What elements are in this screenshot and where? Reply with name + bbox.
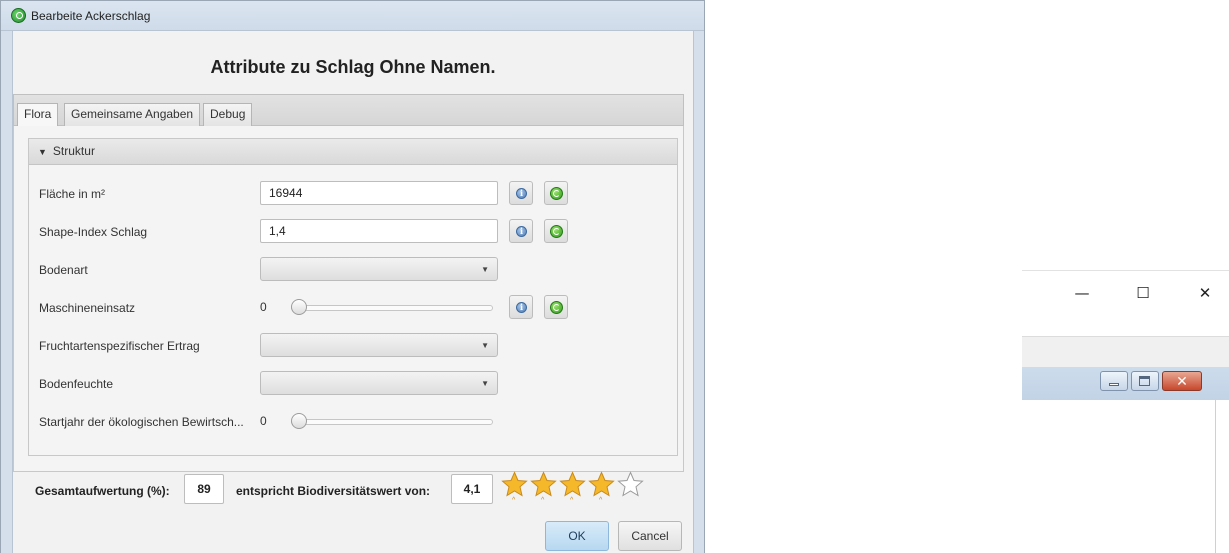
tab-gemeinsame-angaben[interactable]: Gemeinsame Angaben bbox=[64, 103, 201, 126]
maschineneinsatz-slider-track[interactable] bbox=[291, 305, 493, 311]
pane-title: Struktur bbox=[52, 144, 95, 158]
maschineneinsatz-value: 0 bbox=[260, 300, 267, 314]
refresh-icon bbox=[550, 301, 563, 314]
window-left-border bbox=[1, 31, 13, 553]
flaeche-label: Fläche in m² bbox=[39, 187, 106, 201]
tab-flora[interactable]: Flora bbox=[17, 103, 59, 127]
tab-bar: Flora Gemeinsame Angaben Debug bbox=[13, 94, 684, 127]
gesamtaufwertung-label: Gesamtaufwertung (%): bbox=[35, 484, 170, 498]
gesamtaufwertung-value: 89 bbox=[184, 474, 224, 504]
close-icon: ✕ bbox=[1176, 373, 1188, 389]
shape-index-input[interactable]: 1,4 bbox=[260, 219, 498, 243]
chevron-down-icon: ▼ bbox=[481, 265, 489, 274]
row-startjahr: Startjahr der ökologischen Bewirtsch... … bbox=[29, 409, 669, 435]
rating-stars: ^ ^ ^ ^ bbox=[501, 471, 645, 505]
minimize-glyph-icon bbox=[1109, 383, 1119, 386]
startjahr-slider-track[interactable] bbox=[291, 419, 493, 425]
refresh-icon bbox=[550, 187, 563, 200]
chevron-down-icon: ▼ bbox=[481, 341, 489, 350]
shape-index-refresh-button[interactable] bbox=[544, 219, 568, 243]
row-ertrag: Fruchtartenspezifischer Ertrag ▼ bbox=[29, 333, 669, 359]
bodenart-label: Bodenart bbox=[39, 263, 88, 277]
maschineneinsatz-info-button[interactable]: i bbox=[509, 295, 533, 319]
maschineneinsatz-refresh-button[interactable] bbox=[544, 295, 568, 319]
maximize-icon[interactable]: ☐ bbox=[1123, 281, 1163, 305]
tab-debug[interactable]: Debug bbox=[203, 103, 253, 126]
startjahr-value: 0 bbox=[260, 414, 267, 428]
cancel-button[interactable]: Cancel bbox=[618, 521, 682, 551]
close-icon[interactable]: ✕ bbox=[1185, 281, 1225, 305]
chevron-down-icon: ▼ bbox=[481, 379, 489, 388]
maschineneinsatz-slider-thumb[interactable] bbox=[291, 299, 307, 315]
info-icon: i bbox=[516, 302, 527, 313]
ok-button[interactable]: OK bbox=[545, 521, 609, 551]
page-title: Attribute zu Schlag Ohne Namen. bbox=[210, 57, 496, 77]
background-window-classic-titlebar: ✕ bbox=[1022, 367, 1229, 400]
flaeche-input[interactable]: 16944 bbox=[260, 181, 498, 205]
window-title: Bearbeite Ackerschlag bbox=[31, 8, 151, 23]
refresh-icon bbox=[550, 225, 563, 238]
bodenfeuchte-select[interactable]: ▼ bbox=[260, 371, 498, 395]
row-maschineneinsatz: Maschineneinsatz 0 i bbox=[29, 295, 669, 321]
row-shape-index: Shape-Index Schlag 1,4 i bbox=[29, 219, 669, 245]
summary-bar: Gesamtaufwertung (%): 89 entspricht Biod… bbox=[13, 471, 687, 511]
background-window-toolbar bbox=[1022, 336, 1229, 367]
flaeche-refresh-button[interactable] bbox=[544, 181, 568, 205]
info-icon: i bbox=[516, 226, 527, 237]
bodenart-select[interactable]: ▼ bbox=[260, 257, 498, 281]
classic-minimize-button[interactable] bbox=[1100, 371, 1128, 391]
startjahr-label: Startjahr der ökologischen Bewirtsch... bbox=[39, 415, 244, 429]
expand-triangle-icon: ▼ bbox=[38, 147, 47, 157]
background-window-content-edge bbox=[1215, 400, 1229, 553]
classic-maximize-button[interactable] bbox=[1131, 371, 1159, 391]
edit-field-dialog: Bearbeite Ackerschlag Attribute zu Schla… bbox=[0, 0, 705, 553]
minimize-icon[interactable]: — bbox=[1062, 281, 1102, 305]
tab-panel-flora: ▼ Struktur Fläche in m² 16944 i Shape-Ind… bbox=[13, 126, 684, 472]
row-bodenfeuchte: Bodenfeuchte ▼ bbox=[29, 371, 669, 397]
row-flaeche: Fläche in m² 16944 i bbox=[29, 181, 669, 207]
shape-index-label: Shape-Index Schlag bbox=[39, 225, 148, 239]
flaeche-info-button[interactable]: i bbox=[509, 181, 533, 205]
startjahr-slider-thumb[interactable] bbox=[291, 413, 307, 429]
star-filled-icon: ^ bbox=[559, 471, 587, 505]
window-right-border bbox=[693, 31, 704, 553]
classic-close-button[interactable]: ✕ bbox=[1162, 371, 1202, 391]
background-window-caption: — ☐ ✕ bbox=[1022, 271, 1229, 336]
biodiversitaetswert-label: entspricht Biodiversitätswert von: bbox=[236, 484, 431, 498]
maschineneinsatz-label: Maschineneinsatz bbox=[39, 301, 136, 315]
star-filled-icon: ^ bbox=[530, 471, 558, 505]
bodenfeuchte-label: Bodenfeuchte bbox=[39, 377, 114, 391]
ertrag-label: Fruchtartenspezifischer Ertrag bbox=[39, 339, 200, 353]
shape-index-info-button[interactable]: i bbox=[509, 219, 533, 243]
maximize-glyph-icon bbox=[1139, 376, 1150, 386]
ertrag-select[interactable]: ▼ bbox=[260, 333, 498, 357]
biodiversitaetswert-value: 4,1 bbox=[451, 474, 493, 504]
star-empty-icon bbox=[617, 471, 645, 505]
dialog-titlebar[interactable]: Bearbeite Ackerschlag bbox=[1, 1, 704, 31]
info-icon: i bbox=[516, 188, 527, 199]
struktur-pane-header[interactable]: ▼ Struktur bbox=[29, 139, 677, 165]
app-logo-icon bbox=[11, 8, 26, 23]
star-filled-icon: ^ bbox=[501, 471, 529, 505]
struktur-pane: ▼ Struktur Fläche in m² 16944 i Shape-Ind… bbox=[28, 138, 678, 456]
row-bodenart: Bodenart ▼ bbox=[29, 257, 669, 283]
star-filled-icon: ^ bbox=[588, 471, 616, 505]
